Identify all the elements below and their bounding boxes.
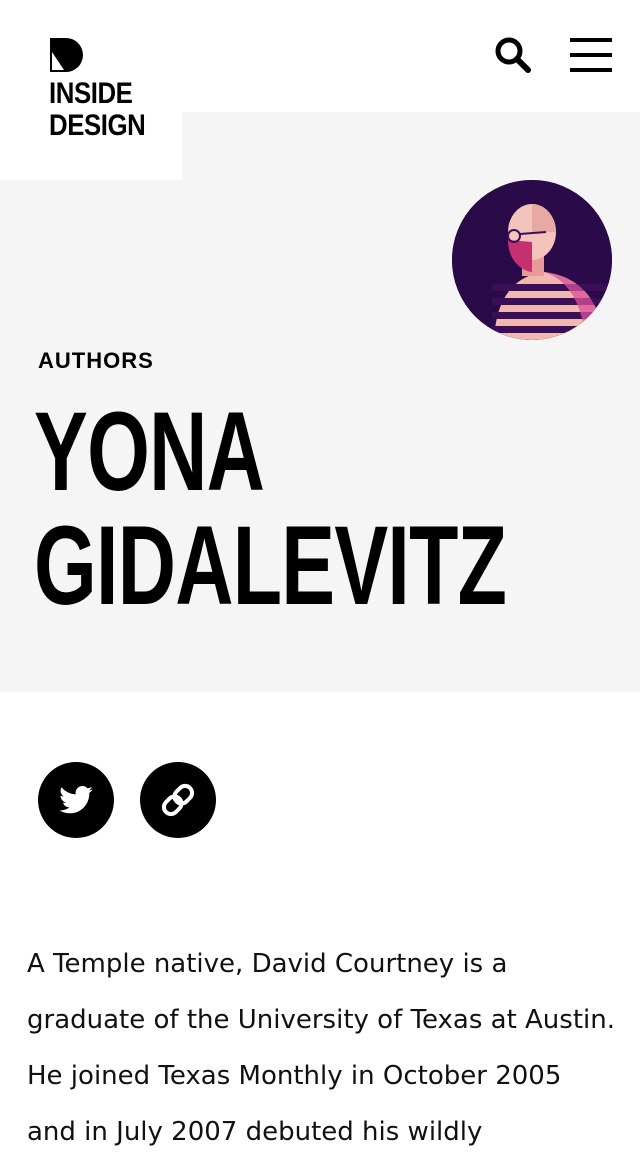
search-icon (495, 37, 531, 73)
author-name-first: YONA (34, 389, 265, 514)
hamburger-menu-icon (570, 38, 612, 42)
author-avatar (452, 180, 612, 340)
twitter-button[interactable] (38, 762, 114, 838)
site-logo[interactable]: INSIDE DESIGN (0, 0, 182, 180)
author-name-last: GIDALEVITZ (34, 503, 507, 628)
menu-button[interactable] (570, 38, 612, 72)
logo-wordmark: INSIDE DESIGN (49, 77, 146, 142)
search-button[interactable] (494, 36, 532, 74)
hamburger-line (570, 68, 612, 72)
author-bio: A Temple native, David Courtney is a gra… (27, 949, 615, 1147)
inside-design-logo-icon (50, 38, 83, 72)
website-link-button[interactable] (140, 762, 216, 838)
section-label: AUTHORS (38, 348, 154, 373)
author-avatar-illustration (452, 180, 612, 340)
hamburger-line (570, 53, 612, 57)
link-icon (161, 783, 195, 817)
twitter-icon (59, 786, 93, 814)
